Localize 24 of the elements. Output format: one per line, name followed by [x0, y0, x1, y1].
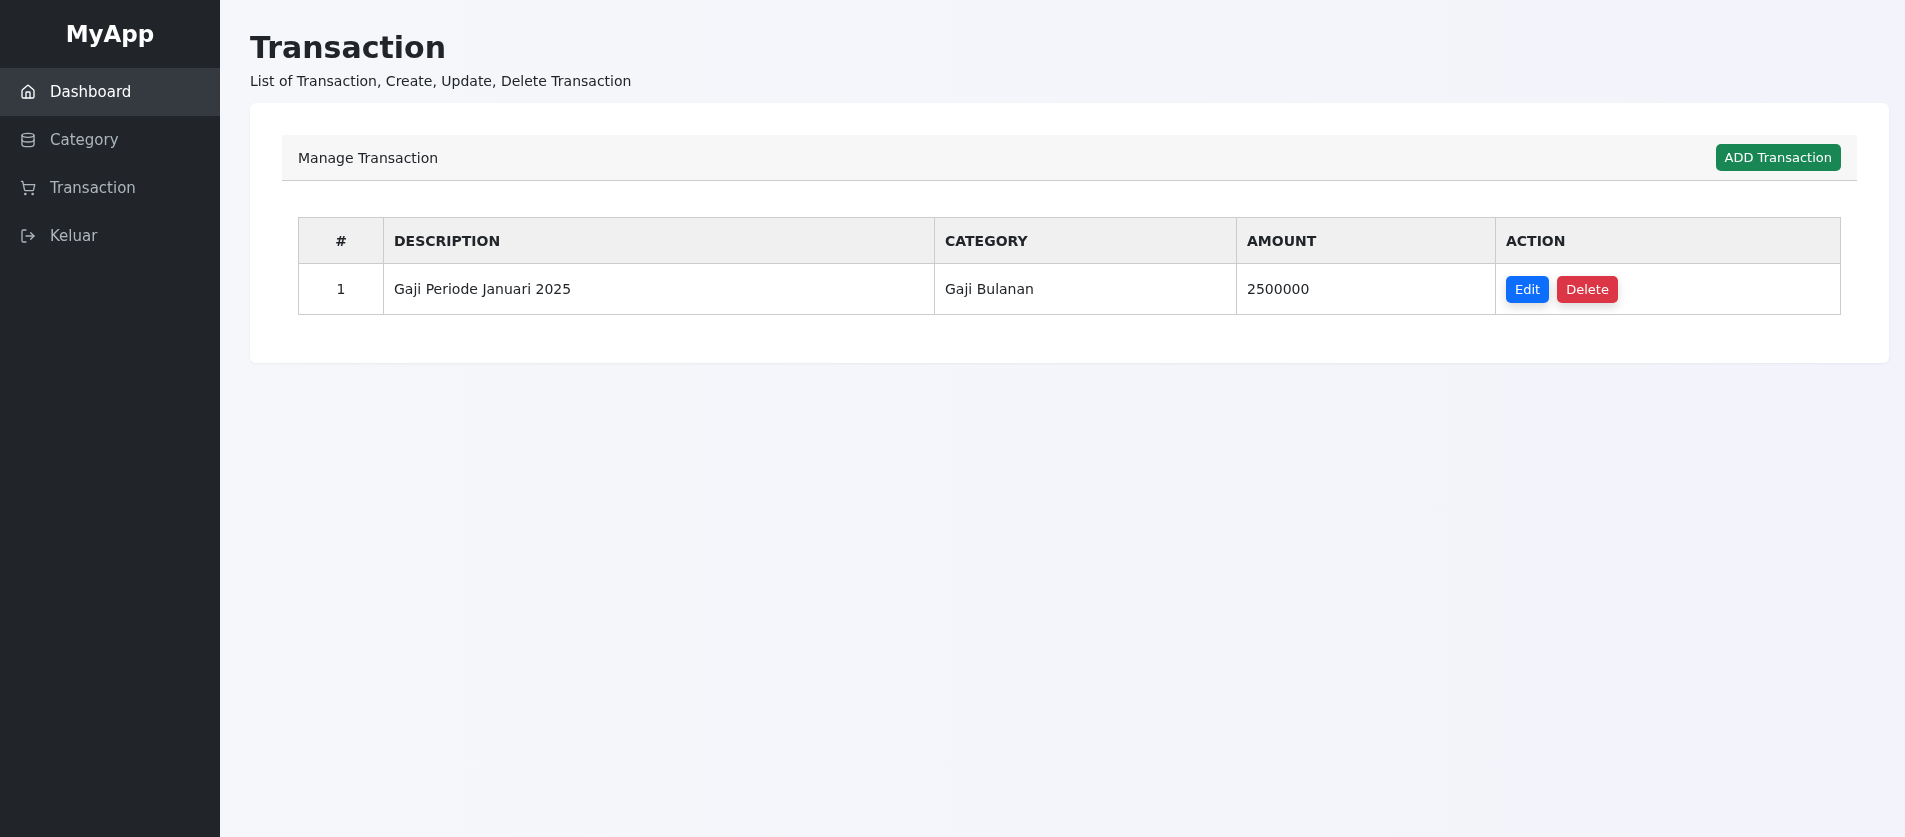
- table-cell: Gaji Periode Januari 2025: [383, 263, 935, 315]
- cart-icon: [20, 180, 36, 196]
- table-cell: 2500000: [1236, 263, 1496, 315]
- sidebar-item[interactable]: Transaction: [0, 164, 220, 212]
- database-icon: [20, 132, 36, 148]
- edit-button[interactable]: Edit: [1506, 275, 1550, 303]
- sidebar-item[interactable]: Category: [0, 116, 220, 164]
- delete-button[interactable]: Delete: [1557, 275, 1618, 303]
- sidebar-item[interactable]: Dashboard: [0, 68, 220, 116]
- sidebar-item[interactable]: Keluar: [0, 212, 220, 260]
- column-header: AMOUNT: [1236, 217, 1496, 264]
- home-icon: [20, 84, 36, 100]
- logout-icon: [20, 228, 36, 244]
- column-header: DESCRIPTION: [383, 217, 935, 264]
- add-transaction-button[interactable]: ADD Transaction: [1715, 144, 1841, 171]
- column-header: ACTION: [1495, 217, 1841, 264]
- card-title: Manage Transaction: [298, 149, 439, 166]
- table-cell: 1: [298, 263, 384, 315]
- table-cell: Gaji Bulanan: [934, 263, 1237, 315]
- page-title: Transaction: [250, 30, 448, 65]
- page-subtitle: List of Transaction, Create, Update, Delete Transaction: [250, 73, 633, 89]
- brand-logo: MyApp: [64, 20, 156, 49]
- column-header: CATEGORY: [934, 217, 1237, 264]
- column-header: #: [298, 217, 384, 264]
